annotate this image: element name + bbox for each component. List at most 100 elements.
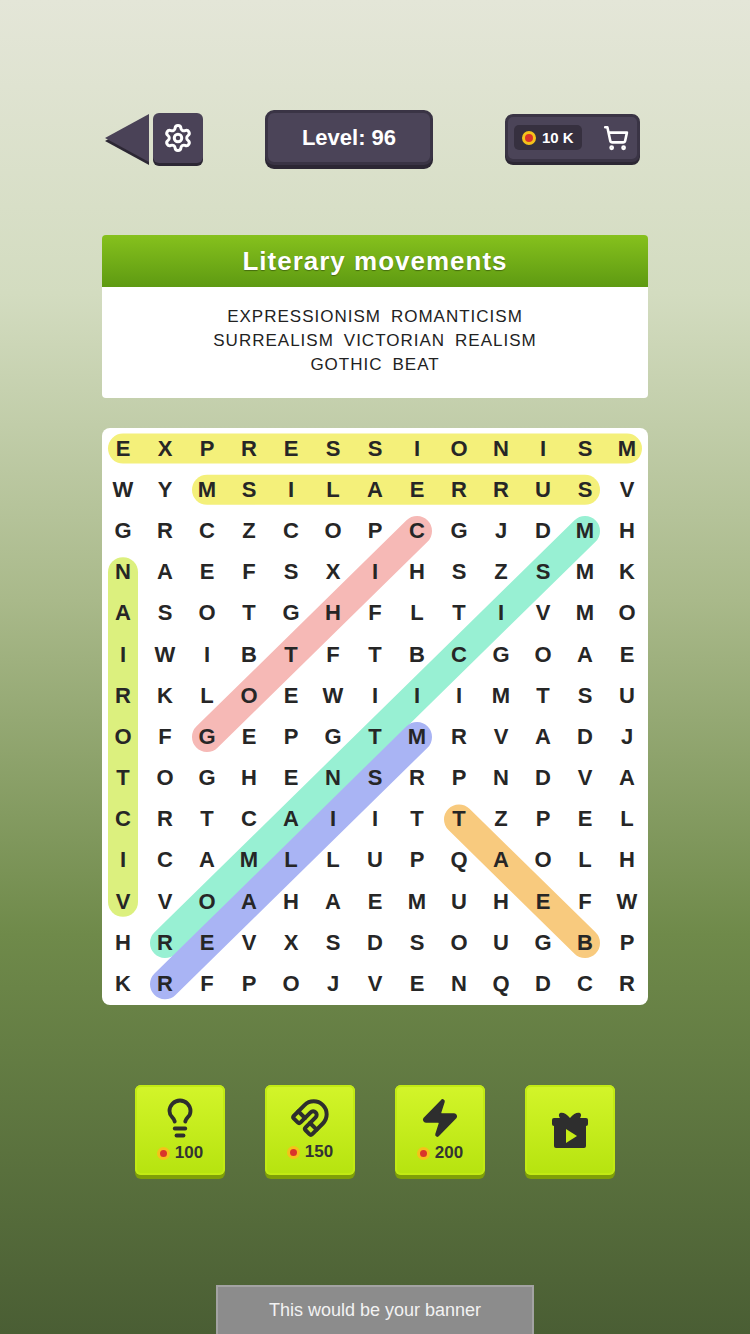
grid-cell[interactable]: O: [186, 881, 228, 922]
grid-cell[interactable]: E: [270, 428, 312, 469]
grid-cell[interactable]: U: [438, 881, 480, 922]
grid-cell[interactable]: E: [186, 922, 228, 963]
grid-cell[interactable]: B: [228, 634, 270, 675]
grid-cell[interactable]: A: [480, 840, 522, 881]
grid-cell[interactable]: O: [186, 593, 228, 634]
grid-cell[interactable]: S: [312, 922, 354, 963]
grid-cell[interactable]: R: [606, 963, 648, 1004]
grid-cell[interactable]: P: [396, 840, 438, 881]
grid-cell[interactable]: L: [396, 593, 438, 634]
grid-cell[interactable]: Z: [480, 799, 522, 840]
grid-cell[interactable]: H: [228, 758, 270, 799]
grid-cell[interactable]: A: [606, 758, 648, 799]
grid-cell[interactable]: T: [354, 634, 396, 675]
grid-cell[interactable]: S: [354, 758, 396, 799]
grid-cell[interactable]: Z: [480, 552, 522, 593]
grid-cell[interactable]: M: [564, 593, 606, 634]
grid-cell[interactable]: I: [354, 675, 396, 716]
grid-cell[interactable]: I: [354, 799, 396, 840]
grid-cell[interactable]: E: [606, 634, 648, 675]
grid-cell[interactable]: D: [522, 963, 564, 1004]
grid-cell[interactable]: B: [396, 634, 438, 675]
grid-cell[interactable]: S: [438, 552, 480, 593]
grid-cell[interactable]: P: [522, 799, 564, 840]
grid-cell[interactable]: C: [186, 510, 228, 551]
grid-cell[interactable]: E: [522, 881, 564, 922]
grid-cell[interactable]: L: [606, 799, 648, 840]
back-button[interactable]: [105, 114, 149, 162]
grid-cell[interactable]: D: [564, 716, 606, 757]
grid-cell[interactable]: I: [438, 675, 480, 716]
grid-cell[interactable]: C: [270, 510, 312, 551]
grid-cell[interactable]: M: [396, 716, 438, 757]
grid-cell[interactable]: V: [522, 593, 564, 634]
grid-cell[interactable]: R: [144, 510, 186, 551]
grid-cell[interactable]: N: [438, 963, 480, 1004]
grid-cell[interactable]: R: [144, 922, 186, 963]
grid-cell[interactable]: C: [102, 799, 144, 840]
grid-cell[interactable]: P: [270, 716, 312, 757]
grid-cell[interactable]: I: [102, 840, 144, 881]
grid-cell[interactable]: Q: [480, 963, 522, 1004]
grid-cell[interactable]: M: [480, 675, 522, 716]
grid-cell[interactable]: U: [606, 675, 648, 716]
grid-cell[interactable]: R: [144, 963, 186, 1004]
video-button[interactable]: [525, 1085, 615, 1175]
grid-cell[interactable]: W: [102, 469, 144, 510]
grid-cell[interactable]: P: [606, 922, 648, 963]
grid-cell[interactable]: U: [354, 840, 396, 881]
grid-cell[interactable]: O: [522, 840, 564, 881]
grid-cell[interactable]: S: [564, 675, 606, 716]
grid-cell[interactable]: I: [354, 552, 396, 593]
grid-cell[interactable]: T: [396, 799, 438, 840]
grid-cell[interactable]: P: [438, 758, 480, 799]
grid-cell[interactable]: R: [102, 675, 144, 716]
grid-cell[interactable]: C: [144, 840, 186, 881]
grid-cell[interactable]: S: [564, 428, 606, 469]
grid-cell[interactable]: H: [270, 881, 312, 922]
grid-cell[interactable]: R: [396, 758, 438, 799]
grid-cell[interactable]: C: [438, 634, 480, 675]
grid-cell[interactable]: H: [480, 881, 522, 922]
grid-cell[interactable]: A: [564, 634, 606, 675]
grid-cell[interactable]: V: [228, 922, 270, 963]
grid-cell[interactable]: U: [522, 469, 564, 510]
grid-cell[interactable]: A: [354, 469, 396, 510]
grid-cell[interactable]: E: [270, 675, 312, 716]
grid-cell[interactable]: S: [522, 552, 564, 593]
grid-cell[interactable]: I: [396, 428, 438, 469]
grid-cell[interactable]: R: [228, 428, 270, 469]
grid-cell[interactable]: G: [312, 716, 354, 757]
grid-cell[interactable]: J: [480, 510, 522, 551]
grid-cell[interactable]: G: [186, 716, 228, 757]
grid-cell[interactable]: V: [144, 881, 186, 922]
grid-cell[interactable]: H: [606, 510, 648, 551]
grid-cell[interactable]: O: [438, 428, 480, 469]
grid-cell[interactable]: X: [312, 552, 354, 593]
grid-cell[interactable]: X: [270, 922, 312, 963]
grid-cell[interactable]: T: [186, 799, 228, 840]
grid-cell[interactable]: A: [186, 840, 228, 881]
grid-cell[interactable]: H: [606, 840, 648, 881]
grid-cell[interactable]: F: [186, 963, 228, 1004]
grid-cell[interactable]: M: [564, 552, 606, 593]
grid-cell[interactable]: V: [606, 469, 648, 510]
grid-cell[interactable]: V: [354, 963, 396, 1004]
grid-cell[interactable]: I: [396, 675, 438, 716]
grid-cell[interactable]: A: [522, 716, 564, 757]
grid-cell[interactable]: D: [354, 922, 396, 963]
grid-cell[interactable]: S: [228, 469, 270, 510]
grid-cell[interactable]: T: [270, 634, 312, 675]
grid-cell[interactable]: A: [102, 593, 144, 634]
grid-cell[interactable]: V: [564, 758, 606, 799]
grid-cell[interactable]: F: [228, 552, 270, 593]
magnet-button[interactable]: 150: [265, 1085, 355, 1175]
grid-cell[interactable]: E: [564, 799, 606, 840]
grid-cell[interactable]: E: [396, 963, 438, 1004]
grid-cell[interactable]: G: [438, 510, 480, 551]
grid-cell[interactable]: S: [270, 552, 312, 593]
grid-cell[interactable]: E: [270, 758, 312, 799]
grid-cell[interactable]: S: [564, 469, 606, 510]
grid-cell[interactable]: W: [144, 634, 186, 675]
grid-cell[interactable]: O: [312, 510, 354, 551]
